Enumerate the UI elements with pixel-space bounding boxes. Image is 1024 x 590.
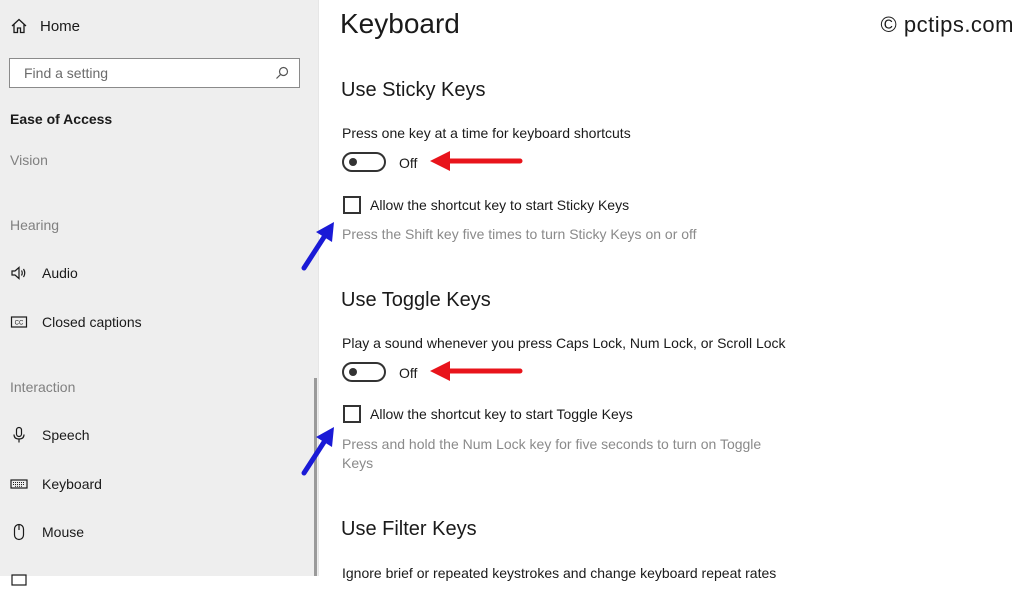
filter-keys-heading: Use Filter Keys — [341, 518, 477, 540]
sticky-keys-toggle[interactable] — [342, 152, 386, 172]
search-input[interactable] — [22, 64, 273, 82]
sticky-keys-heading: Use Sticky Keys — [341, 79, 486, 101]
sticky-keys-toggle-state: Off — [399, 155, 418, 171]
sticky-keys-shortcut-checkbox[interactable] — [343, 196, 361, 214]
blue-arrow-icon — [301, 222, 334, 271]
toggle-keys-heading: Use Toggle Keys — [341, 289, 491, 311]
sticky-keys-shortcut-label[interactable]: Allow the shortcut key to start Sticky K… — [370, 197, 629, 213]
toggle-keys-shortcut-label[interactable]: Allow the shortcut key to start Toggle K… — [370, 406, 633, 422]
sticky-keys-description: Press one key at a time for keyboard sho… — [342, 125, 631, 141]
keyboard-icon — [10, 475, 28, 493]
red-arrow-icon — [430, 151, 523, 171]
sidebar-item-closed-captions[interactable]: CC Closed captions — [10, 310, 142, 334]
toggle-knob — [349, 368, 357, 376]
svg-text:CC: CC — [15, 321, 24, 327]
sidebar-item-speech[interactable]: Speech — [10, 423, 89, 447]
home-label: Home — [40, 17, 81, 35]
page-title: Keyboard — [340, 8, 460, 39]
section-title: Ease of Access — [10, 111, 113, 127]
sidebar-item-keyboard[interactable]: Keyboard — [10, 472, 102, 496]
mouse-icon — [10, 523, 28, 541]
sidebar-item-audio[interactable]: Audio — [10, 261, 78, 285]
filter-keys-description: Ignore brief or repeated keystrokes and … — [342, 565, 777, 581]
toggle-keys-help-text: Press and hold the Num Lock key for five… — [342, 436, 762, 471]
watermark: © pctips.com — [880, 12, 1014, 37]
group-label-vision: Vision — [10, 152, 48, 168]
sidebar: Home Ease of Access Vision Hearing Audio… — [0, 0, 319, 586]
microphone-icon — [10, 426, 28, 444]
sidebar-item-label: Audio — [42, 265, 78, 281]
sidebar-scrollbar[interactable] — [314, 378, 317, 576]
pointer-icon — [10, 569, 28, 587]
toggle-keys-toggle[interactable] — [342, 362, 386, 382]
sidebar-item-label: Closed captions — [42, 314, 142, 330]
search-box[interactable] — [9, 58, 300, 88]
sidebar-item-label: Speech — [42, 427, 90, 443]
group-label-interaction: Interaction — [10, 379, 76, 395]
closed-captions-icon: CC — [10, 313, 28, 331]
home-icon — [10, 17, 28, 35]
sidebar-item-mouse[interactable]: Mouse — [10, 520, 84, 544]
group-label-hearing: Hearing — [10, 217, 60, 233]
toggle-keys-shortcut-checkbox[interactable] — [343, 405, 361, 423]
toggle-knob — [349, 158, 357, 166]
red-arrow-icon — [430, 361, 523, 381]
blue-arrow-icon — [301, 427, 334, 476]
toggle-keys-description: Play a sound whenever you press Caps Loc… — [342, 335, 786, 351]
sticky-keys-help-text: Press the Shift key five times to turn S… — [342, 226, 697, 242]
main-content: Keyboard © pctips.com Use Sticky Keys Pr… — [301, 0, 1024, 581]
speaker-icon — [10, 264, 28, 282]
sidebar-home[interactable]: Home — [10, 14, 80, 38]
toggle-keys-toggle-state: Off — [399, 365, 418, 381]
search-icon[interactable] — [273, 64, 291, 82]
sidebar-item-label: Mouse — [42, 524, 85, 540]
sidebar-item-label: Keyboard — [42, 476, 102, 492]
sidebar-item-partial[interactable] — [10, 566, 28, 590]
